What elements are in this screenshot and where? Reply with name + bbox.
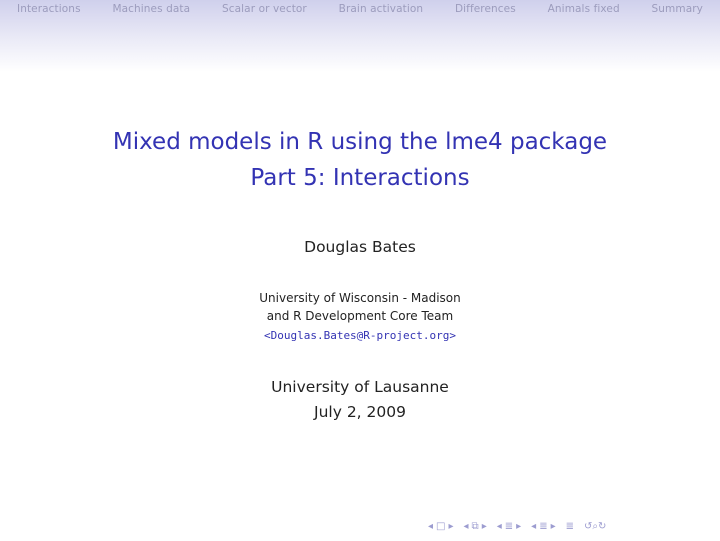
subsection-prev-icon[interactable]: ◂	[464, 521, 469, 532]
slide-subtitle: Part 5: Interactions	[250, 165, 470, 191]
nav-item-brain-activation[interactable]: Brain activation	[339, 3, 423, 15]
subsection-nav-group: ◂ ⧉ ▸	[464, 521, 487, 532]
subsection-icon[interactable]: ⧉	[472, 521, 479, 532]
nav-item-summary[interactable]: Summary	[652, 3, 703, 15]
header-bar: Interactions Machines data Scalar or vec…	[0, 0, 720, 72]
nav-item-differences[interactable]: Differences	[455, 3, 516, 15]
institution-line-1: University of Wisconsin - Madison	[259, 291, 461, 305]
nav-item-animals-fixed[interactable]: Animals fixed	[548, 3, 620, 15]
search-back-forward-icon[interactable]: ↺⌕↻	[584, 521, 606, 532]
nav-item-scalar-or-vector[interactable]: Scalar or vector	[222, 3, 307, 15]
subsection-next-icon[interactable]: ▸	[482, 521, 487, 532]
slide-title: Mixed models in R using the lme4 package	[112, 129, 608, 155]
frame-prev-icon[interactable]: ◂	[428, 521, 433, 532]
document-icon[interactable]: ≣	[566, 521, 574, 532]
venue-place: University of Lausanne	[271, 378, 449, 396]
nav-item-machines-data[interactable]: Machines data	[112, 3, 190, 15]
frame-next-icon[interactable]: ▸	[448, 521, 453, 532]
section-navigation: Interactions Machines data Scalar or vec…	[0, 3, 720, 15]
sub-prev-icon[interactable]: ◂	[531, 521, 536, 532]
section-nav-group: ◂ ≣ ▸	[497, 521, 521, 532]
section-prev-icon[interactable]: ◂	[497, 521, 502, 532]
document-nav-group: ≣	[566, 521, 574, 532]
sub-next-icon[interactable]: ▸	[551, 521, 556, 532]
institution-line-2: and R Development Core Team	[266, 309, 454, 323]
frame-icon[interactable]: □	[436, 521, 445, 532]
sub-icon[interactable]: ≣	[539, 521, 547, 532]
subsubsection-nav-group: ◂ ≣ ▸	[531, 521, 555, 532]
section-icon[interactable]: ≣	[505, 521, 513, 532]
author-name: Douglas Bates	[304, 238, 416, 256]
frame-nav-group: ◂ □ ▸	[428, 521, 454, 532]
nav-item-interactions[interactable]: Interactions	[17, 3, 81, 15]
author-email[interactable]: <Douglas.Bates@R-project.org>	[0, 329, 720, 342]
beamer-navigation-symbols: ◂ □ ▸ ◂ ⧉ ▸ ◂ ≣ ▸ ◂ ≣ ▸ ≣ ↺⌕↻	[428, 521, 616, 532]
section-next-icon[interactable]: ▸	[516, 521, 521, 532]
presentation-date: July 2, 2009	[314, 403, 406, 421]
search-nav-group: ↺⌕↻	[584, 521, 606, 532]
